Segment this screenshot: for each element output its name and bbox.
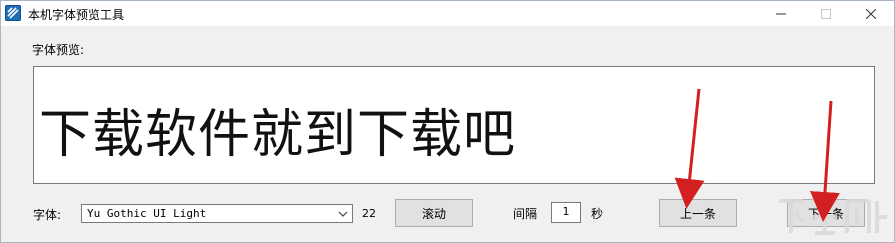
interval-input[interactable]: 1 — [551, 202, 581, 223]
minimize-icon — [775, 13, 786, 14]
font-preview-area: 下载软件就到下载吧 — [33, 66, 875, 184]
interval-label: 间隔 — [513, 207, 538, 221]
close-icon — [865, 8, 876, 19]
maximize-button[interactable] — [803, 1, 848, 26]
font-label: 字体: — [33, 208, 62, 222]
watermark-logo — [779, 199, 887, 235]
scroll-button[interactable]: 滚动 — [395, 199, 473, 227]
font-size-value: 22 — [362, 207, 376, 220]
preview-label: 字体预览: — [32, 43, 85, 57]
title-bar: 本机字体预览工具 — [1, 1, 894, 26]
close-button[interactable] — [848, 1, 893, 26]
font-select-value: Yu Gothic UI Light — [87, 207, 207, 220]
interval-unit-label: 秒 — [591, 207, 604, 221]
window-title: 本机字体预览工具 — [28, 8, 125, 22]
maximize-icon — [820, 8, 831, 19]
minimize-button[interactable] — [758, 1, 803, 26]
app-icon — [5, 5, 21, 21]
chevron-down-icon[interactable] — [337, 208, 349, 220]
prev-button[interactable]: 上一条 — [659, 199, 737, 227]
font-select[interactable]: Yu Gothic UI Light — [81, 204, 353, 223]
app-window: 本机字体预览工具 字体预览: 下载软件就到下载吧 字体: Yu Gothic U… — [0, 0, 895, 243]
preview-sample-text: 下载软件就到下载吧 — [39, 105, 517, 165]
